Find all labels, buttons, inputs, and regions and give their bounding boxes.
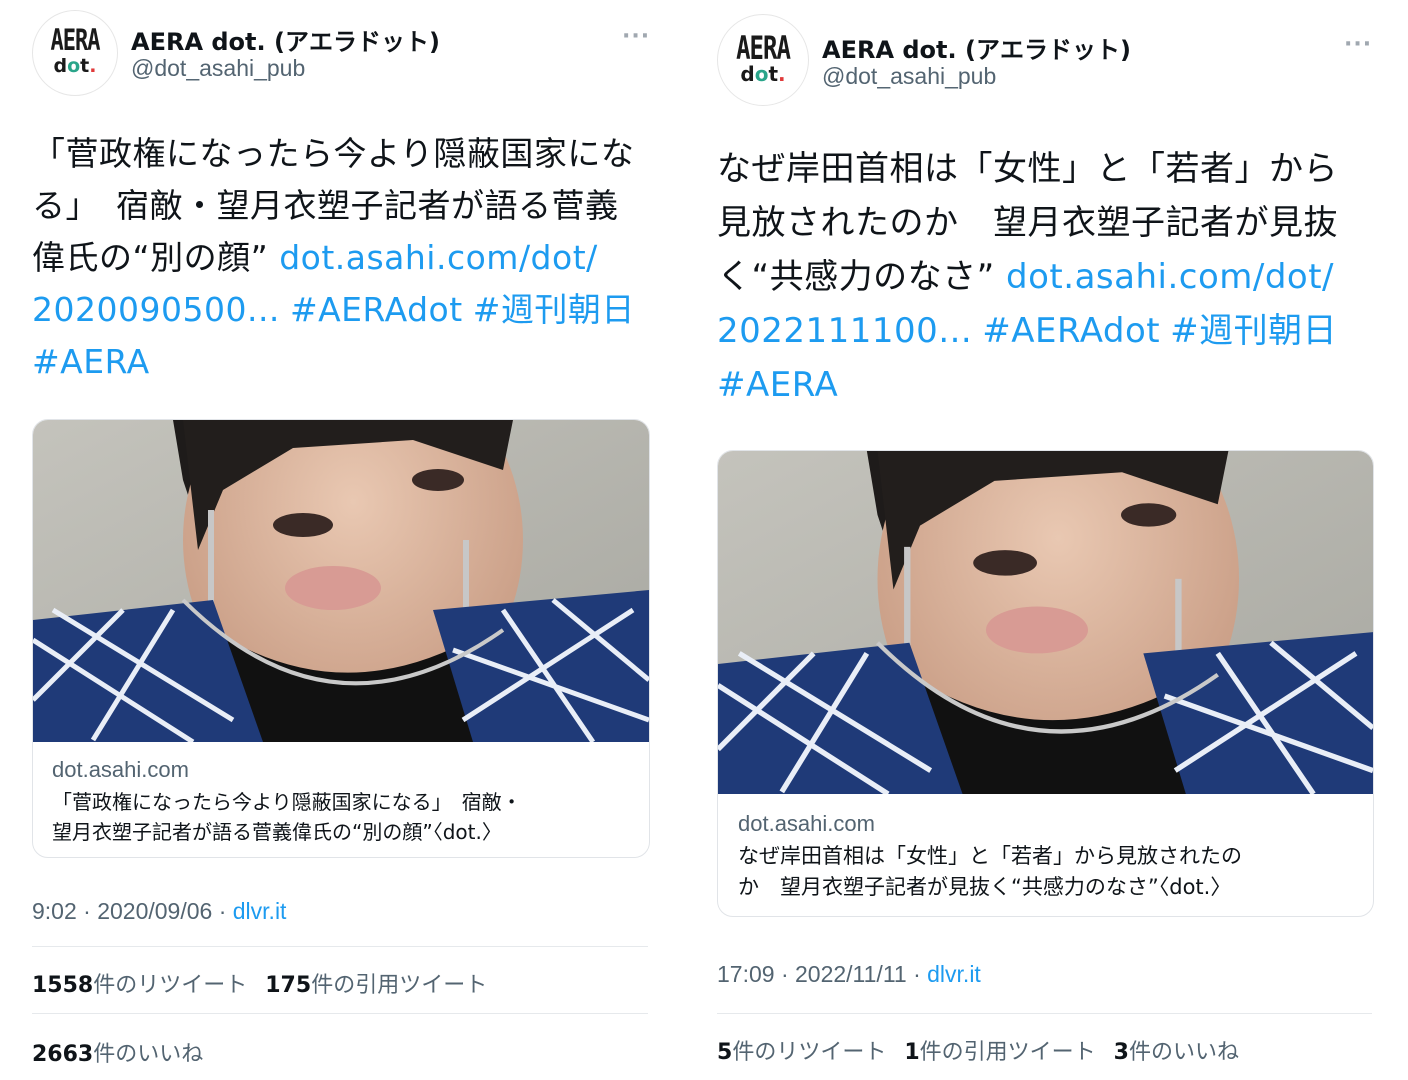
account-avatar[interactable]: AERA dot. xyxy=(717,14,809,106)
card-title: 「菅政権になったら今より隠蔽国家になる」 宿敵・ 望月衣塑子記者が語る菅義偉氏の… xyxy=(52,787,522,847)
tweet-text: 「菅政権になったら今より隠蔽国家にな る」 宿敵・望月衣塑子記者が語る菅義 偉氏… xyxy=(32,128,635,388)
quote-count[interactable]: 1 xyxy=(904,1040,919,1065)
divider xyxy=(717,1013,1372,1014)
retweet-label[interactable]: 件のリツイート xyxy=(732,1040,886,1065)
tweet-timestamp: 17:09 · 2022/11/11 · dlvr.it xyxy=(717,961,981,988)
retweet-label[interactable]: 件のリツイート xyxy=(93,973,247,998)
tweet-text-plain: く“共感力のなさ” xyxy=(717,257,1007,297)
portrait-image xyxy=(718,451,1373,794)
quote-count[interactable]: 175 xyxy=(265,973,311,998)
card-title: なぜ岸田首相は「女性」と「若者」から見放されたの か 望月衣塑子記者が見抜く“共… xyxy=(738,841,1242,903)
tweet-text-line: 2022111100... #AERAdot #週刊朝日 xyxy=(717,304,1338,358)
link-card[interactable]: dot.asahi.com 「菅政権になったら今より隠蔽国家になる」 宿敵・ 望… xyxy=(32,419,650,858)
hashtag-aera[interactable]: #AERA xyxy=(32,342,150,381)
timestamp-text[interactable]: 9:02 · 2020/09/06 · xyxy=(32,898,233,924)
avatar-logo-text: AERA xyxy=(50,23,101,58)
article-photo[interactable] xyxy=(33,420,649,742)
article-link-cont[interactable]: 2020090500... xyxy=(32,290,280,329)
avatar-logo-dot: dot. xyxy=(740,62,786,86)
more-options-icon[interactable]: ··· xyxy=(1344,32,1372,57)
divider xyxy=(32,1013,648,1014)
tweet-text-line: #AERA xyxy=(32,336,635,388)
engagement-stats: 5件のリツイート 1件の引用ツイート 3件のいいね xyxy=(717,1034,1239,1066)
divider xyxy=(32,946,648,947)
tweet-text-line: る」 宿敵・望月衣塑子記者が語る菅義 xyxy=(32,186,619,225)
like-label[interactable]: 件のいいね xyxy=(1129,1040,1239,1065)
card-title-line: 「菅政権になったら今より隠蔽国家になる」 宿敵・ xyxy=(52,790,522,814)
like-label[interactable]: 件のいいね xyxy=(93,1042,203,1067)
tweet-text-line: 「菅政権になったら今より隠蔽国家にな xyxy=(32,134,635,173)
account-name[interactable]: AERA dot. (アエラドット) xyxy=(822,30,1131,65)
portrait-image xyxy=(33,420,649,742)
timestamp-text[interactable]: 17:09 · 2022/11/11 · xyxy=(717,961,927,987)
quote-label[interactable]: 件の引用ツイート xyxy=(311,973,487,998)
account-name[interactable]: AERA dot. (アエラドット) xyxy=(131,22,440,57)
quote-label[interactable]: 件の引用ツイート xyxy=(920,1040,1096,1065)
account-handle[interactable]: @dot_asahi_pub xyxy=(131,55,305,82)
card-title-line: 望月衣塑子記者が語る菅義偉氏の“別の顔”〈dot.〉 xyxy=(52,820,502,844)
account-handle[interactable]: @dot_asahi_pub xyxy=(822,63,996,90)
tweet-text-line: #AERA xyxy=(717,358,1338,412)
tweet-text-line: なぜ岸田首相は「女性」と「若者」から xyxy=(717,149,1338,189)
article-link-cont[interactable]: 2022111100... xyxy=(717,311,972,351)
likes-stat: 2663件のいいね xyxy=(32,1036,203,1068)
tweet-text-line: く“共感力のなさ” dot.asahi.com/dot/ xyxy=(717,250,1338,304)
hashtag-aera[interactable]: #AERA xyxy=(717,365,838,405)
retweet-count[interactable]: 5 xyxy=(717,1040,732,1065)
tweet-text-line: 2020090500... #AERAdot #週刊朝日 xyxy=(32,284,635,336)
more-options-icon[interactable]: ··· xyxy=(622,24,650,49)
article-photo[interactable] xyxy=(718,451,1373,794)
tweet-text-line: 見放されたのか 望月衣塑子記者が見抜 xyxy=(717,203,1338,243)
card-title-line: か 望月衣塑子記者が見抜く“共感力のなさ”〈dot.〉 xyxy=(738,875,1232,899)
hashtag-shukan-asahi[interactable]: #週刊朝日 xyxy=(1170,311,1337,351)
card-domain: dot.asahi.com xyxy=(738,811,875,836)
tweet-text-plain: 偉氏の“別の顔” xyxy=(32,238,280,277)
hashtag-shukan-asahi[interactable]: #週刊朝日 xyxy=(473,290,635,329)
tweet-timestamp: 9:02 · 2020/09/06 · dlvr.it xyxy=(32,898,286,925)
like-count[interactable]: 2663 xyxy=(32,1042,93,1067)
article-link[interactable]: dot.asahi.com/dot/ xyxy=(279,238,598,277)
source-link[interactable]: dlvr.it xyxy=(233,898,287,924)
link-card[interactable]: dot.asahi.com なぜ岸田首相は「女性」と「若者」から見放されたの か… xyxy=(717,450,1374,917)
hashtag-aeradot[interactable]: #AERAdot xyxy=(290,290,463,329)
account-avatar[interactable]: AERA dot. xyxy=(32,10,118,96)
avatar-logo-dot: dot. xyxy=(53,54,97,77)
avatar-logo-text: AERA xyxy=(736,29,791,67)
like-count[interactable]: 3 xyxy=(1114,1040,1129,1065)
engagement-stats: 1558件のリツイート 175件の引用ツイート xyxy=(32,967,487,999)
tweet-text-line: 偉氏の“別の顔” dot.asahi.com/dot/ xyxy=(32,232,635,284)
card-domain: dot.asahi.com xyxy=(52,757,189,782)
tweet-text: なぜ岸田首相は「女性」と「若者」から 見放されたのか 望月衣塑子記者が見抜 く“… xyxy=(717,142,1338,412)
retweet-count[interactable]: 1558 xyxy=(32,973,93,998)
card-title-line: なぜ岸田首相は「女性」と「若者」から見放されたの xyxy=(738,844,1242,868)
source-link[interactable]: dlvr.it xyxy=(927,961,981,987)
hashtag-aeradot[interactable]: #AERAdot xyxy=(982,311,1160,351)
article-link[interactable]: dot.asahi.com/dot/ xyxy=(1006,257,1334,297)
